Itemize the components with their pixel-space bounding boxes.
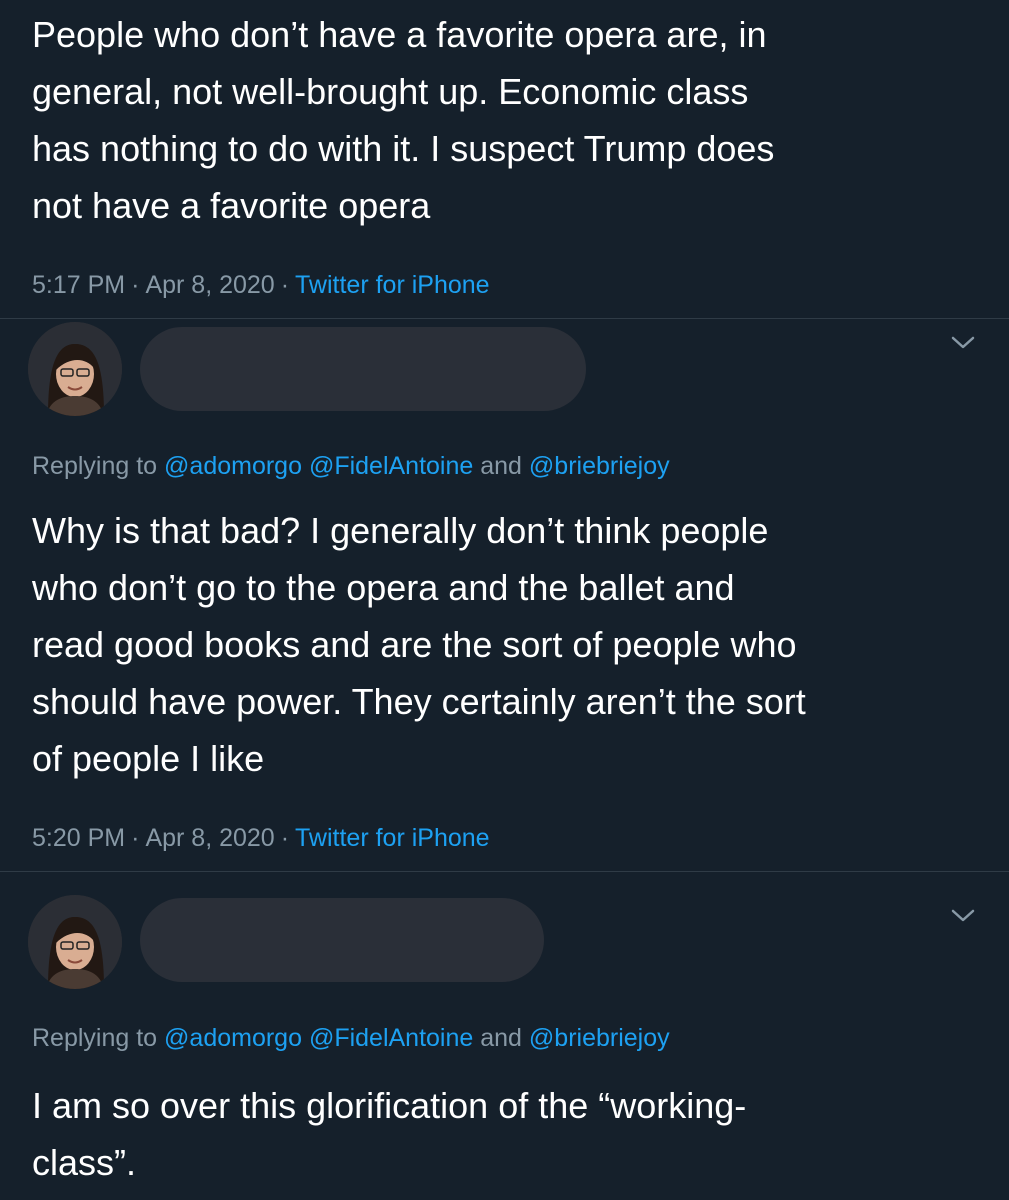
tweet-time: 5:17 PM	[32, 271, 126, 299]
redacted-username	[140, 898, 544, 982]
mention-link[interactable]: @FidelAntoine	[309, 452, 473, 480]
avatar-image	[28, 895, 122, 989]
replying-to: Replying to @adomorgo @FidelAntoine and …	[32, 1024, 670, 1052]
tweet-meta: 5:20 PM · Apr 8, 2020 · Twitter for iPhone	[32, 824, 490, 852]
mention-link[interactable]: @adomorgo	[164, 452, 302, 480]
tweet-date[interactable]: Apr 8, 2020	[145, 271, 274, 299]
tweet-meta: 5:17 PM · Apr 8, 2020 · Twitter for iPhone	[32, 271, 490, 299]
redacted-username	[140, 327, 586, 411]
divider	[0, 318, 1009, 319]
tweet-source-link[interactable]: Twitter for iPhone	[295, 271, 490, 299]
tweet-source-link[interactable]: Twitter for iPhone	[295, 824, 490, 852]
tweet-text: People who don’t have a favorite opera a…	[32, 14, 775, 226]
mention-link[interactable]: @briebriejoy	[529, 452, 670, 480]
chevron-down-icon[interactable]	[949, 906, 977, 926]
mention-link[interactable]: @adomorgo	[164, 1024, 302, 1052]
mention-link[interactable]: @FidelAntoine	[309, 1024, 473, 1052]
divider	[0, 871, 1009, 872]
tweet-date[interactable]: Apr 8, 2020	[145, 824, 274, 852]
mention-link[interactable]: @briebriejoy	[529, 1024, 670, 1052]
avatar-image	[28, 322, 122, 416]
avatar[interactable]	[28, 322, 122, 416]
tweet-time: 5:20 PM	[32, 824, 126, 852]
replying-to: Replying to @adomorgo @FidelAntoine and …	[32, 452, 670, 480]
avatar[interactable]	[28, 895, 122, 989]
reply-text: I am so over this glorification of the “…	[32, 1085, 747, 1183]
reply-text: Why is that bad? I generally don’t think…	[32, 510, 806, 779]
chevron-down-icon[interactable]	[949, 333, 977, 353]
